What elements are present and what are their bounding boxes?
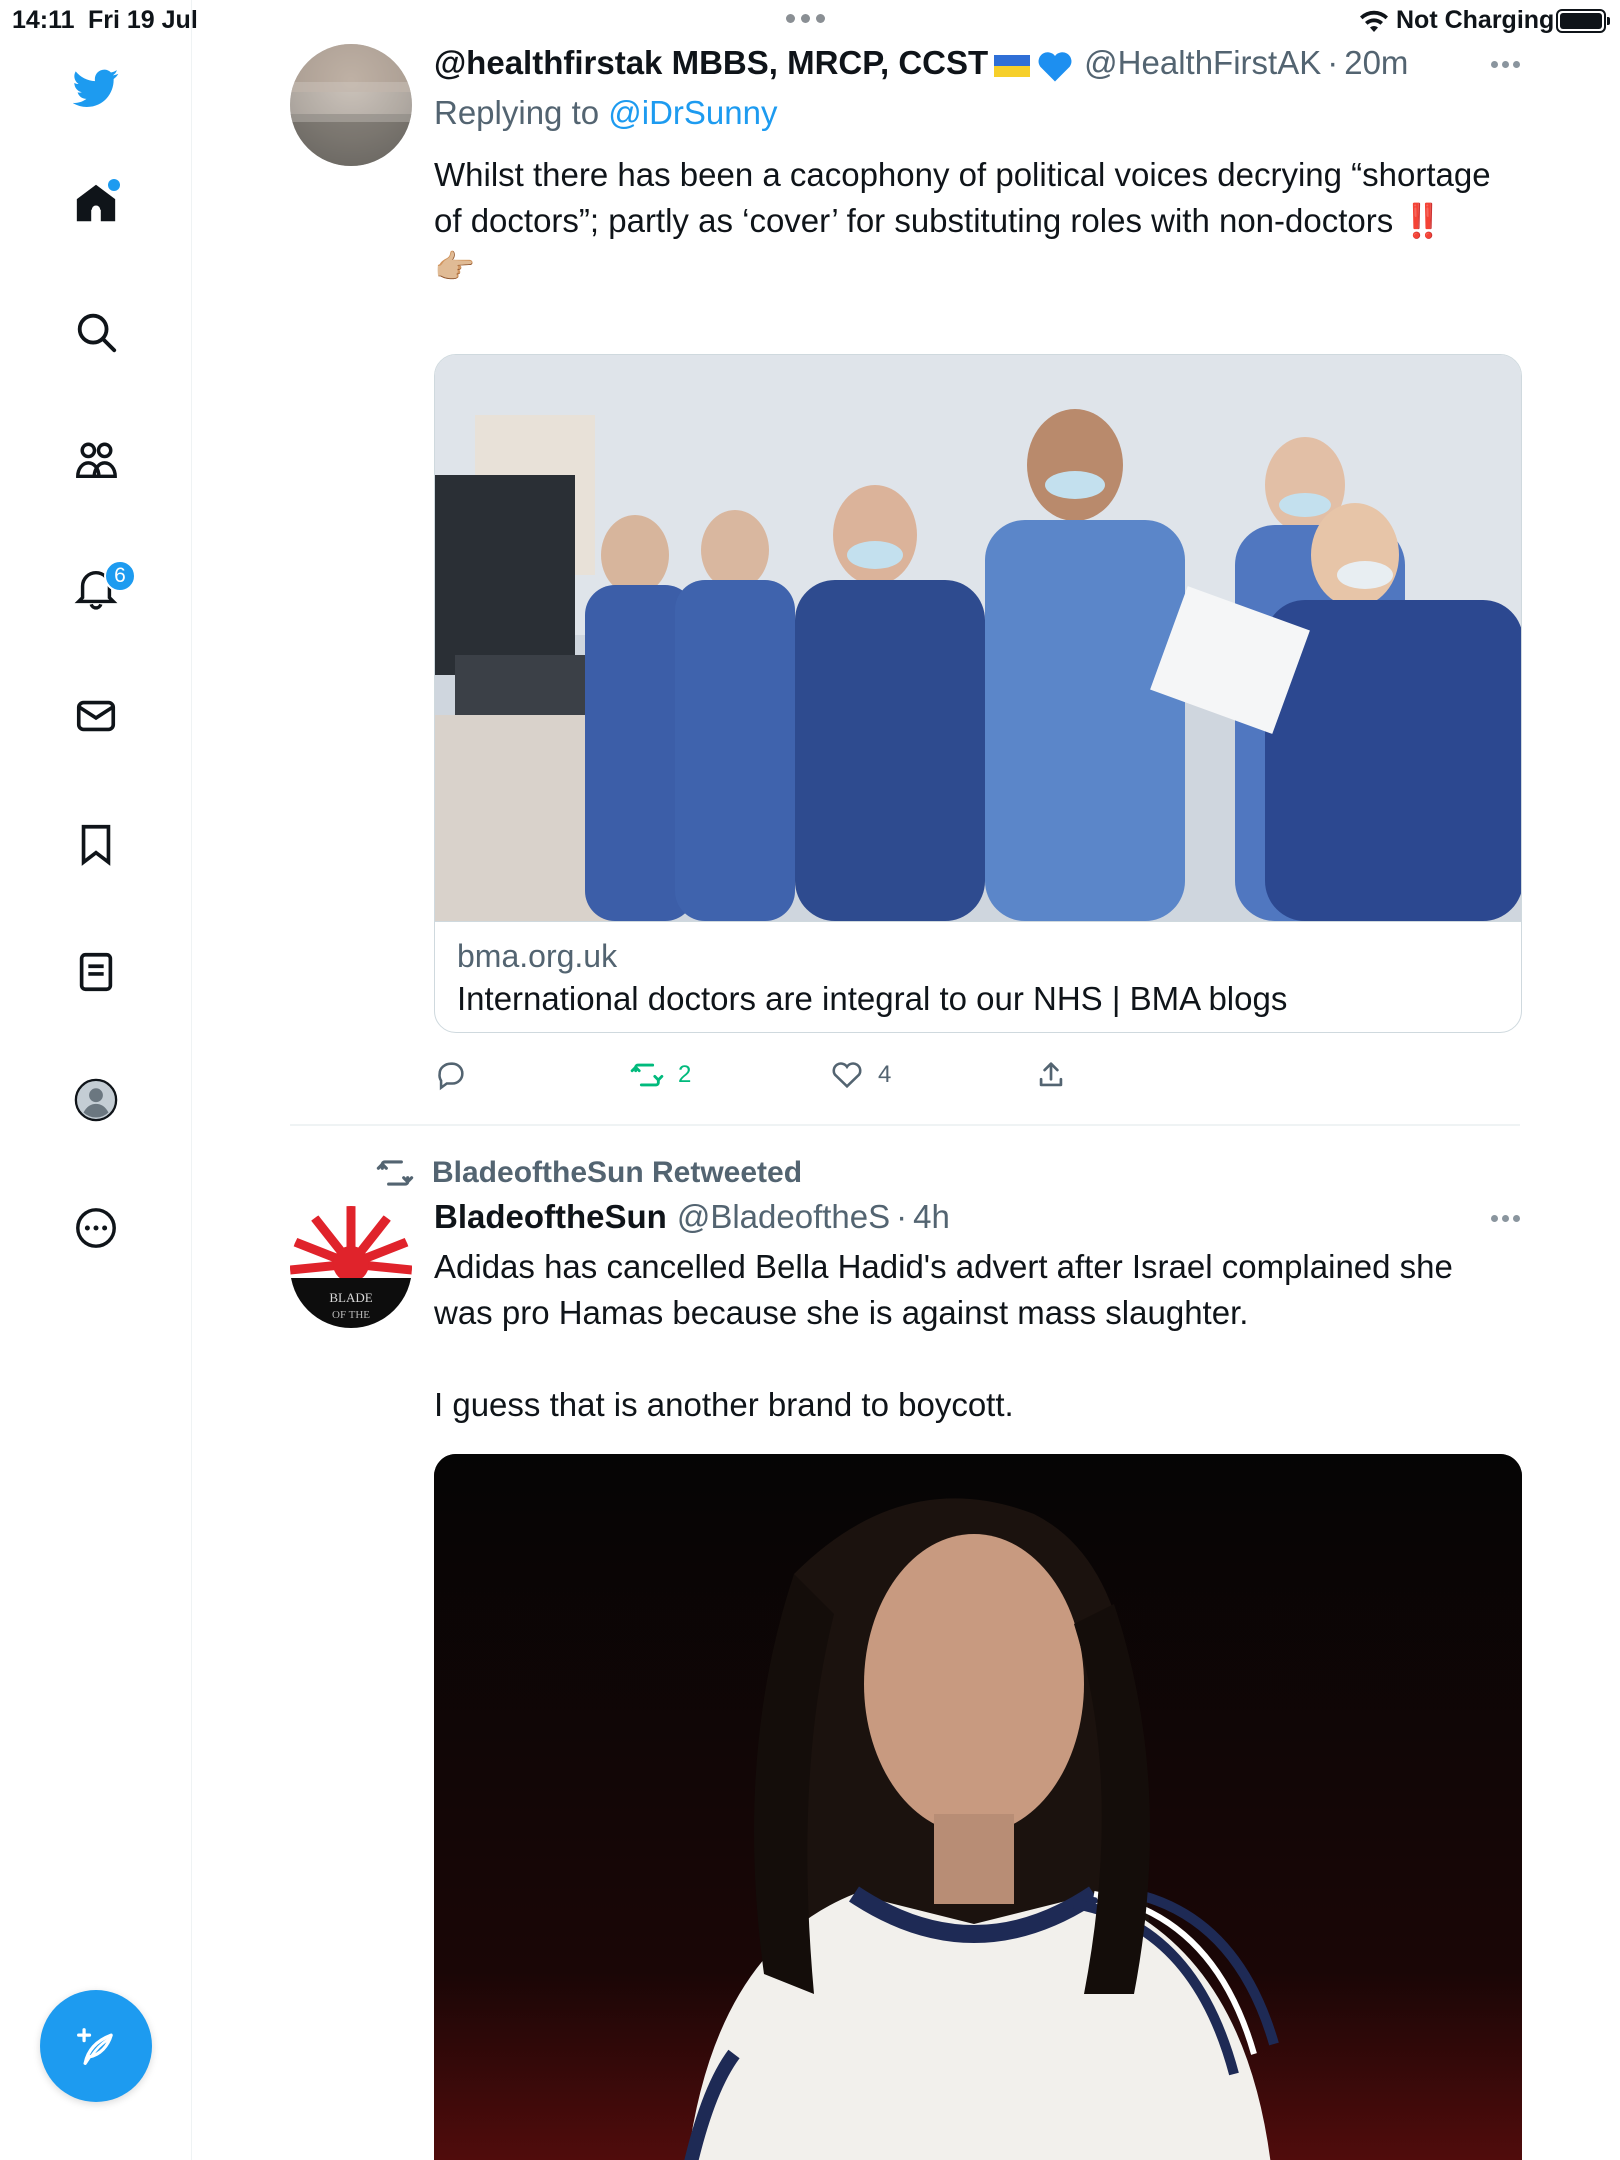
reply-mention-link[interactable]: @iDrSunny [608,94,777,131]
replying-to-label: Replying to [434,94,609,131]
reply-button[interactable] [434,1050,482,1100]
retweet-icon [630,1063,664,1087]
bookmarks-icon[interactable] [56,804,136,884]
link-card-domain: bma.org.uk [457,938,618,974]
status-bar: 14:11 Fri 19 Jul Not Charging [0,0,1620,40]
share-button[interactable] [1034,1050,1068,1100]
timestamp[interactable]: 4h [913,1198,950,1236]
messages-icon[interactable] [56,676,136,756]
retweeted-by: BladeoftheSun Retweeted [376,1154,802,1192]
tweet-media-image[interactable] [434,1454,1522,2160]
link-card-image [435,355,1521,921]
avatar[interactable] [290,44,412,166]
display-name[interactable]: BladeoftheSun [434,1198,667,1236]
reply-icon [438,1062,464,1091]
dot-separator: · [1327,44,1339,81]
tweet-content: @healthfirstak MBBS, MRCP, CCST @HealthF… [434,44,1520,290]
multitasking-dots-icon[interactable] [786,14,825,23]
more-options-icon[interactable] [1460,44,1520,84]
retweet-icon [376,1160,414,1186]
handle[interactable]: @BladeoftheS [677,1198,890,1236]
avatar-logo-text: BLADE [329,1290,372,1305]
retweet-button[interactable]: 2 [630,1050,691,1100]
share-icon [1039,1062,1063,1087]
tweet-header: BladeoftheSun @BladeoftheS · 4h [434,1198,1520,1242]
charging-status: Not Charging [1396,6,1555,34]
handle[interactable]: @HealthFirstAK [1084,44,1321,82]
like-count: 4 [878,1061,892,1088]
tweet-header: @healthfirstak MBBS, MRCP, CCST @HealthF… [434,44,1520,88]
blue-heart-icon [1038,52,1072,82]
replying-to: Replying to @iDrSunny [434,94,1520,138]
svg-text:OF THE: OF THE [332,1309,370,1321]
timestamp[interactable]: 20m [1344,44,1408,82]
more-icon[interactable] [56,1188,136,1268]
dot-separator: · [896,1198,908,1235]
retweet-count: 2 [678,1061,692,1088]
notifications-icon[interactable]: 6 [56,548,136,628]
search-icon[interactable] [56,292,136,372]
tweet-actions: 2 4 [434,1050,1134,1100]
sidebar: 6 [0,0,192,2160]
tweet-text: Adidas has cancelled Bella Hadid's adver… [434,1248,1453,1423]
twitter-logo-icon[interactable] [56,48,136,128]
notification-badge: 6 [104,560,136,592]
home-unread-dot [108,179,120,191]
compose-tweet-icon [77,2028,113,2065]
wifi-icon [1360,10,1388,32]
more-options-icon[interactable] [1460,1198,1520,1238]
link-card[interactable]: bma.org.uk International doctors are int… [434,354,1522,1033]
home-icon[interactable] [56,163,136,243]
tweet-text: Whilst there has been a cacophony of pol… [434,156,1491,285]
avatar[interactable]: BLADE OF THE [290,1206,412,1328]
heart-icon [832,1062,862,1089]
battery-icon [1556,9,1610,33]
ukraine-flag-icon [994,55,1031,77]
tweet-content: BladeoftheSun @BladeoftheS · 4h Adidas h… [434,1198,1520,1428]
retweeted-by-label[interactable]: BladeoftheSun Retweeted [432,1156,802,1190]
profile-icon[interactable] [56,1060,136,1140]
tweet-divider [290,1124,1520,1126]
link-card-meta: bma.org.uk International doctors are int… [435,921,1521,1032]
lists-icon[interactable] [56,932,136,1012]
compose-tweet-button[interactable] [40,1990,152,2102]
link-card-title: International doctors are integral to ou… [457,980,1288,1017]
communities-icon[interactable] [56,420,136,500]
display-name[interactable]: @healthfirstak MBBS, MRCP, CCST [434,44,988,82]
like-button[interactable]: 4 [830,1050,891,1100]
